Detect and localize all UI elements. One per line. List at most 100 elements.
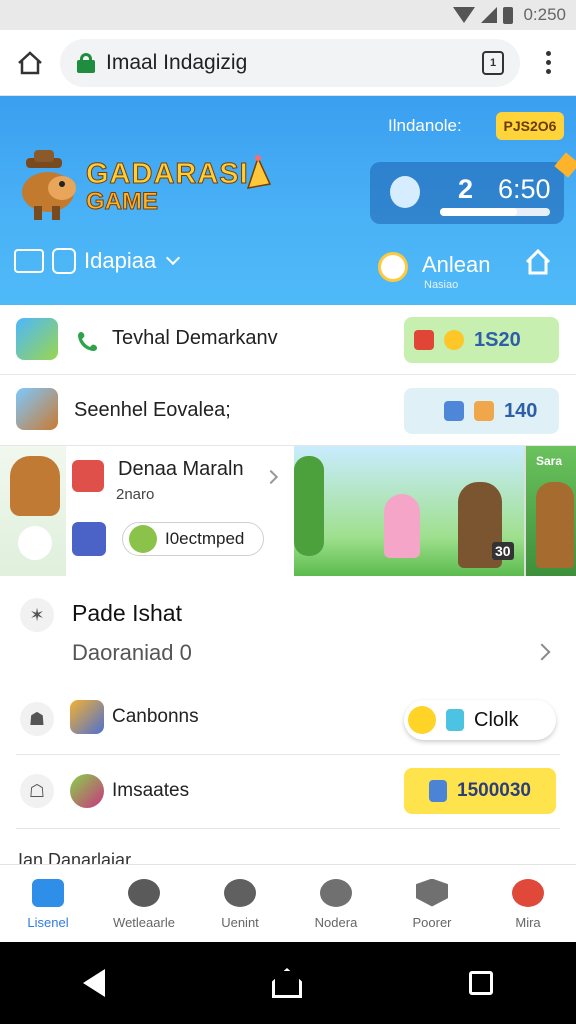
- pin-icon: ✶: [20, 598, 54, 632]
- stats-progress-bar: [440, 208, 550, 216]
- section-title: Pade Ishat: [72, 600, 182, 626]
- tab-home[interactable]: Lisenel: [0, 865, 96, 943]
- address-bar[interactable]: Imaal Indagizig 1: [60, 38, 520, 87]
- alarm-clock-icon: [372, 246, 414, 288]
- list-item-label: Seenhel Eovalea;: [74, 399, 231, 421]
- url-text[interactable]: Imaal Indagizig: [106, 51, 472, 75]
- status-time: 0:250: [523, 5, 566, 24]
- battery-icon: [503, 6, 514, 24]
- promo-scene-illustration[interactable]: 30: [294, 446, 524, 576]
- tab-explore[interactable]: Nodera: [288, 865, 384, 943]
- featured-section: ✶ Pade Ishat Daoraniad 0 ☗ Canbonns Clol…: [0, 576, 576, 870]
- promo-subtitle: 2naro: [116, 486, 155, 503]
- points-button[interactable]: 1500030: [404, 768, 556, 814]
- stats-value: 6:50: [498, 174, 551, 204]
- promo-scene-illustration[interactable]: Sara: [524, 446, 576, 576]
- heart-icon: [512, 878, 544, 907]
- game-app-icon: [16, 318, 58, 360]
- shield-icon: [416, 878, 448, 907]
- cart-icon: ☖: [20, 774, 54, 808]
- chevron-right-icon[interactable]: [533, 643, 551, 661]
- coin-badge[interactable]: PJS2O6: [496, 112, 564, 140]
- alarm-label[interactable]: Anlean: [422, 252, 491, 278]
- section-row-label: Canbonns: [112, 706, 199, 727]
- magnifier-icon: [128, 878, 160, 907]
- banner-top-label: Ilndanole:: [388, 116, 462, 135]
- recents-icon[interactable]: [468, 971, 493, 995]
- tab-shield[interactable]: Poorer: [384, 865, 480, 943]
- back-icon[interactable]: [83, 969, 106, 997]
- list-item-label: Tevhal Demarkanv: [112, 327, 278, 349]
- tab-emoji[interactable]: Uenint: [192, 865, 288, 943]
- stats-number: 2: [458, 174, 474, 204]
- promo-title: Denaa Maraln: [118, 458, 244, 480]
- home-nav-icon[interactable]: [271, 968, 302, 998]
- cup-icon: [446, 709, 464, 731]
- browser-home-button[interactable]: [0, 30, 60, 96]
- bottom-tab-bar: Lisenel Wetleaarle Uenint Nodera Poorer …: [0, 864, 576, 942]
- adventurer-illustration: [10, 456, 60, 516]
- tab-label: Nodera: [314, 914, 358, 930]
- banner-nav-label: Idapiaa: [84, 248, 157, 273]
- party-hat-icon: [246, 155, 272, 189]
- claim-button[interactable]: Clolk: [404, 700, 556, 740]
- home-shortcut-icon[interactable]: [524, 248, 552, 276]
- game-header-banner: Ilndanole: PJS2O6 GADARASI GAME 2 6:50 I…: [0, 96, 576, 305]
- browser-toolbar: Imaal Indagizig 1: [0, 30, 576, 96]
- overflow-menu-button[interactable]: [520, 30, 576, 96]
- game-logo-title: GADARASI: [86, 158, 249, 190]
- scene-badge: 30: [492, 542, 514, 560]
- gift-icon: [414, 330, 434, 350]
- status-bar: 0:250: [0, 0, 576, 30]
- tab-label: Wetleaarle: [113, 914, 175, 930]
- thumbs-up-icon: ☗: [20, 702, 54, 736]
- character-app-icon: [16, 388, 58, 430]
- game-thumbnail-icon: [72, 460, 104, 492]
- promo-action-button[interactable]: I0ectmped: [122, 522, 264, 556]
- tabs-icon[interactable]: 1: [482, 50, 504, 75]
- signal-icon: [481, 7, 498, 23]
- girl-character: [384, 494, 420, 558]
- section-row-label: Imsaates: [112, 780, 190, 801]
- tab-label: Lisenel: [27, 914, 69, 930]
- list-item[interactable]: Seenhel Eovalea; 140: [0, 375, 576, 446]
- list-item[interactable]: Tevhal Demarkanv 1S20: [0, 305, 576, 375]
- tab-search[interactable]: Wetleaarle: [96, 865, 192, 943]
- alarm-sub-label: Nasiao: [424, 279, 459, 291]
- wifi-icon: [453, 7, 476, 23]
- house-outline-icon: [14, 249, 44, 273]
- reward-value: 140: [504, 399, 538, 422]
- promo-action-label: I0ectmped: [165, 529, 245, 548]
- reward-value: 1S20: [474, 328, 521, 351]
- chevron-down-icon: [166, 250, 181, 266]
- stats-card[interactable]: 2 6:50: [370, 162, 564, 224]
- claim-label: Clolk: [474, 708, 519, 731]
- coin-icon: [408, 706, 436, 734]
- candy-icon: [70, 774, 104, 808]
- balloon-icon: [390, 176, 420, 208]
- home-icon: [32, 878, 64, 907]
- points-value: 1500030: [457, 780, 531, 801]
- game-thumbnail-icon: [72, 522, 106, 556]
- tab-more[interactable]: Mira: [480, 865, 576, 943]
- lock-icon: [76, 52, 96, 73]
- system-nav-bar: [0, 942, 576, 1024]
- promo-carousel[interactable]: Denaa Maraln 2naro I0ectmped 30 Sara: [0, 446, 576, 576]
- reward-pill[interactable]: 140: [404, 388, 559, 434]
- promo-badge-icon: [18, 526, 52, 560]
- smiley-icon: [224, 878, 256, 907]
- coin-icon: [444, 330, 464, 350]
- scene2-label: Sara: [536, 454, 563, 468]
- game-app-icon: [70, 700, 104, 734]
- game-logo-subtitle: GAME: [86, 188, 159, 215]
- mascot-logo: [22, 150, 76, 220]
- tab-label: Uenint: [221, 914, 259, 930]
- phone-icon: [78, 332, 97, 351]
- worker-character: [536, 482, 574, 568]
- home-icon: [18, 50, 42, 74]
- banner-nav[interactable]: Idapiaa: [14, 248, 181, 274]
- gem-icon: [429, 780, 448, 802]
- search-icon: [320, 878, 352, 907]
- promo-card[interactable]: Denaa Maraln 2naro I0ectmped: [0, 446, 294, 576]
- reward-pill[interactable]: 1S20: [404, 317, 559, 363]
